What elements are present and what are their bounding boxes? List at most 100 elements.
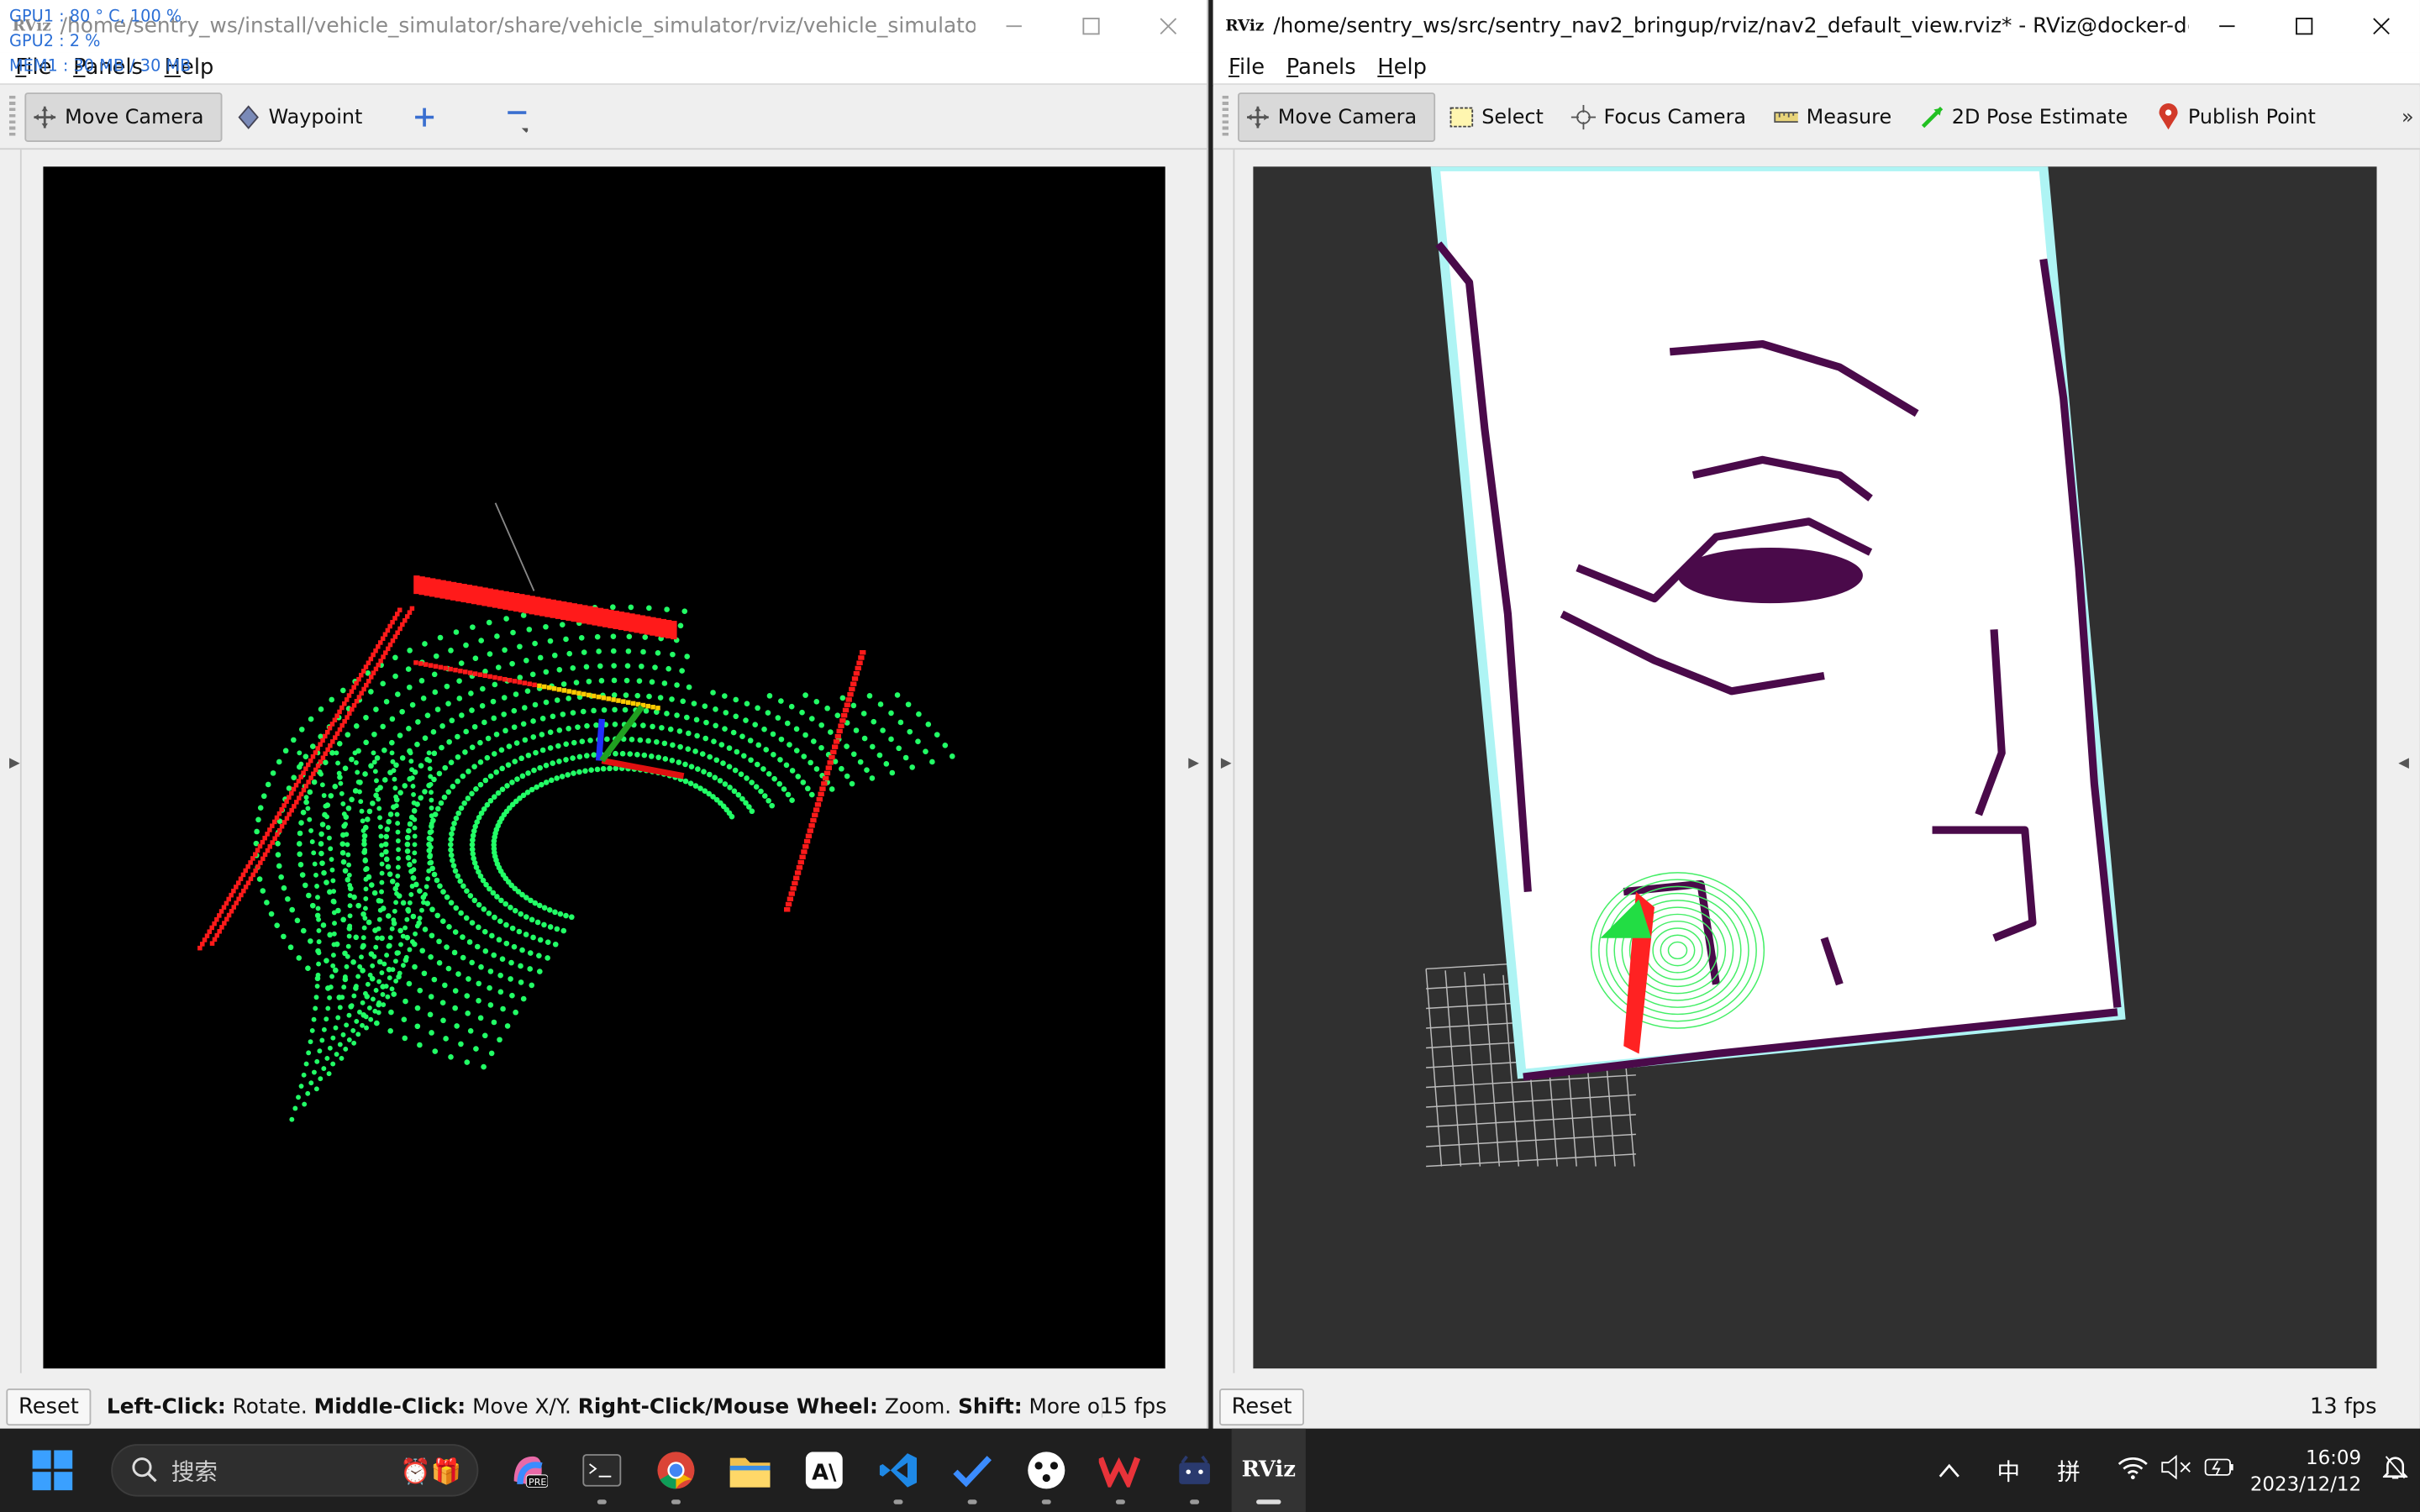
ime-language-indicator[interactable]: 中: [1997, 1454, 2021, 1487]
close-button[interactable]: [1129, 0, 1207, 52]
chrome-icon: [657, 1452, 695, 1489]
ai-app-icon: A\: [805, 1452, 843, 1489]
fps-counter: 15 fps: [1099, 1394, 1167, 1420]
measure-icon: [1774, 105, 1799, 129]
left-window-title: /home/sentry_ws/install/vehicle_simulato…: [60, 13, 976, 39]
taskbar-todo[interactable]: [935, 1429, 1009, 1512]
windows-start-icon: [32, 1450, 73, 1491]
search-highlight-icon: ⏰🎁: [399, 1455, 462, 1485]
menu-file[interactable]: File: [1228, 55, 1265, 80]
minus-icon: [502, 105, 528, 133]
ray-line: [494, 502, 535, 591]
rviz-icon: RViz: [1241, 1457, 1296, 1483]
tool-2d-pose-estimate[interactable]: 2D Pose Estimate: [1912, 92, 2142, 142]
tool-label: Focus Camera: [1603, 105, 1747, 129]
taskbar-clock[interactable]: 16:09 2023/12/12: [2250, 1444, 2361, 1496]
minimize-button[interactable]: [2188, 0, 2265, 52]
right-status-bar: Reset 13 fps: [1213, 1385, 2420, 1428]
tool-waypoint[interactable]: Waypoint: [229, 92, 376, 142]
left-rviz-window: RViz /home/sentry_ws/install/vehicle_sim…: [0, 0, 1209, 1429]
reset-button[interactable]: Reset: [6, 1389, 92, 1426]
right-title-bar[interactable]: RViz /home/sentry_ws/src/sentry_nav2_bri…: [1213, 0, 2420, 53]
minimize-button[interactable]: [976, 0, 1053, 52]
tool-move-camera[interactable]: Move Camera: [24, 92, 223, 142]
tool-label: Move Camera: [1277, 105, 1418, 129]
taskbar-file-explorer[interactable]: [713, 1429, 787, 1512]
move-camera-icon: [1245, 105, 1270, 129]
add-tool-button[interactable]: [404, 92, 458, 142]
taskbar-search[interactable]: 搜索 ⏰🎁: [111, 1444, 479, 1497]
left-toolbar: Move Camera Waypoint: [0, 86, 1207, 150]
plus-icon: [412, 105, 436, 129]
taskbar-rviz[interactable]: RViz: [1231, 1428, 1306, 1512]
search-placeholder: 搜索: [171, 1457, 218, 1485]
occupancy-map-render: [1425, 161, 2126, 1168]
tool-focus-camera[interactable]: Focus Camera: [1564, 92, 1760, 142]
remove-tool-button[interactable]: [495, 92, 549, 142]
select-icon: [1449, 105, 1474, 129]
taskbar-game-app[interactable]: [1009, 1429, 1083, 1512]
tool-label: Waypoint: [268, 105, 363, 129]
notification-bell-icon[interactable]: [2381, 1453, 2409, 1487]
map-blob-obstacle: [1677, 548, 1863, 604]
tool-move-camera[interactable]: Move Camera: [1238, 92, 1436, 142]
menu-help[interactable]: Help: [1377, 55, 1427, 80]
battery-icon[interactable]: [2204, 1455, 2235, 1486]
close-icon: [1160, 18, 1177, 35]
right-menu-bar: File Panels Help: [1213, 52, 2420, 86]
tool-label: Select: [1481, 105, 1544, 129]
tool-measure[interactable]: Measure: [1766, 92, 1906, 142]
svg-text:PRE: PRE: [529, 1477, 546, 1488]
taskbar-vscode[interactable]: [861, 1429, 935, 1512]
maximize-icon: [1082, 18, 1100, 35]
3d-viewport-pointcloud[interactable]: [43, 166, 1165, 1369]
maximize-button[interactable]: [2265, 0, 2343, 52]
left-dock-arrow-icon[interactable]: ▶: [9, 756, 20, 771]
maximize-icon: [2296, 18, 2313, 35]
left-dock-arrow-icon[interactable]: ▶: [1221, 756, 1232, 771]
tool-label: 2D Pose Estimate: [1951, 105, 2128, 129]
ime-mode-indicator[interactable]: 拼: [2057, 1454, 2081, 1487]
move-camera-icon: [33, 105, 57, 129]
map-viewport[interactable]: [1253, 161, 2377, 1369]
map-free-space: [1430, 161, 2126, 1079]
right-dock-arrow-icon[interactable]: ▶: [1188, 756, 1199, 771]
wifi-icon[interactable]: [2118, 1455, 2149, 1486]
focus-camera-icon: [1570, 104, 1597, 130]
pose-estimate-icon: [1919, 105, 1944, 129]
toolbar-grip[interactable]: [9, 95, 16, 139]
close-button[interactable]: [2343, 0, 2420, 52]
svg-text:A\: A\: [812, 1460, 837, 1485]
taskbar-copilot[interactable]: PRE: [491, 1429, 565, 1512]
reset-button[interactable]: Reset: [1218, 1389, 1305, 1426]
pointcloud-render: [197, 502, 955, 1122]
tool-label: Move Camera: [65, 105, 204, 129]
gpu2-readout: GPU2 : 2 %: [9, 32, 101, 51]
toolbar-grip[interactable]: [1222, 95, 1229, 139]
terminal-icon: [582, 1454, 622, 1487]
taskbar-docker[interactable]: [1158, 1429, 1232, 1512]
maximize-button[interactable]: [1053, 0, 1130, 52]
windows-taskbar: 搜索 ⏰🎁 PRE A\ RViz 中 拼 16:09 2023/12/12: [0, 1428, 2420, 1512]
taskbar-terminal[interactable]: [565, 1429, 639, 1512]
toolbar-overflow-button[interactable]: »: [2402, 106, 2414, 129]
clock-date: 2023/12/12: [2249, 1472, 2362, 1495]
clock-time: 16:09: [2305, 1445, 2362, 1469]
volume-muted-icon[interactable]: [2160, 1454, 2191, 1486]
taskbar-wps[interactable]: [1083, 1429, 1157, 1512]
menu-panels[interactable]: Panels: [1286, 55, 1356, 80]
taskbar-chrome[interactable]: [639, 1429, 713, 1512]
waypoint-icon: [236, 105, 260, 129]
mouse-hint: Left-Click: Rotate. Middle-Click: Move X…: [106, 1394, 1102, 1420]
tray-overflow-chevron-up-icon[interactable]: [1939, 1457, 1960, 1484]
tool-publish-point[interactable]: Publish Point: [2148, 92, 2329, 142]
start-button[interactable]: [15, 1429, 89, 1512]
mem-readout: MEM1 : 30 MB / 30 MB: [9, 56, 192, 76]
taskbar-ai-app[interactable]: A\: [787, 1429, 861, 1512]
search-icon: [132, 1457, 157, 1483]
gpu1-readout: GPU1 : 80 ° C, 100 %: [9, 8, 182, 27]
file-explorer-icon: [729, 1457, 771, 1488]
right-dock-arrow-icon[interactable]: ◀: [2398, 756, 2409, 771]
tool-select[interactable]: Select: [1441, 92, 1557, 142]
left-status-bar: Reset Left-Click: Rotate. Middle-Click: …: [0, 1385, 1207, 1428]
